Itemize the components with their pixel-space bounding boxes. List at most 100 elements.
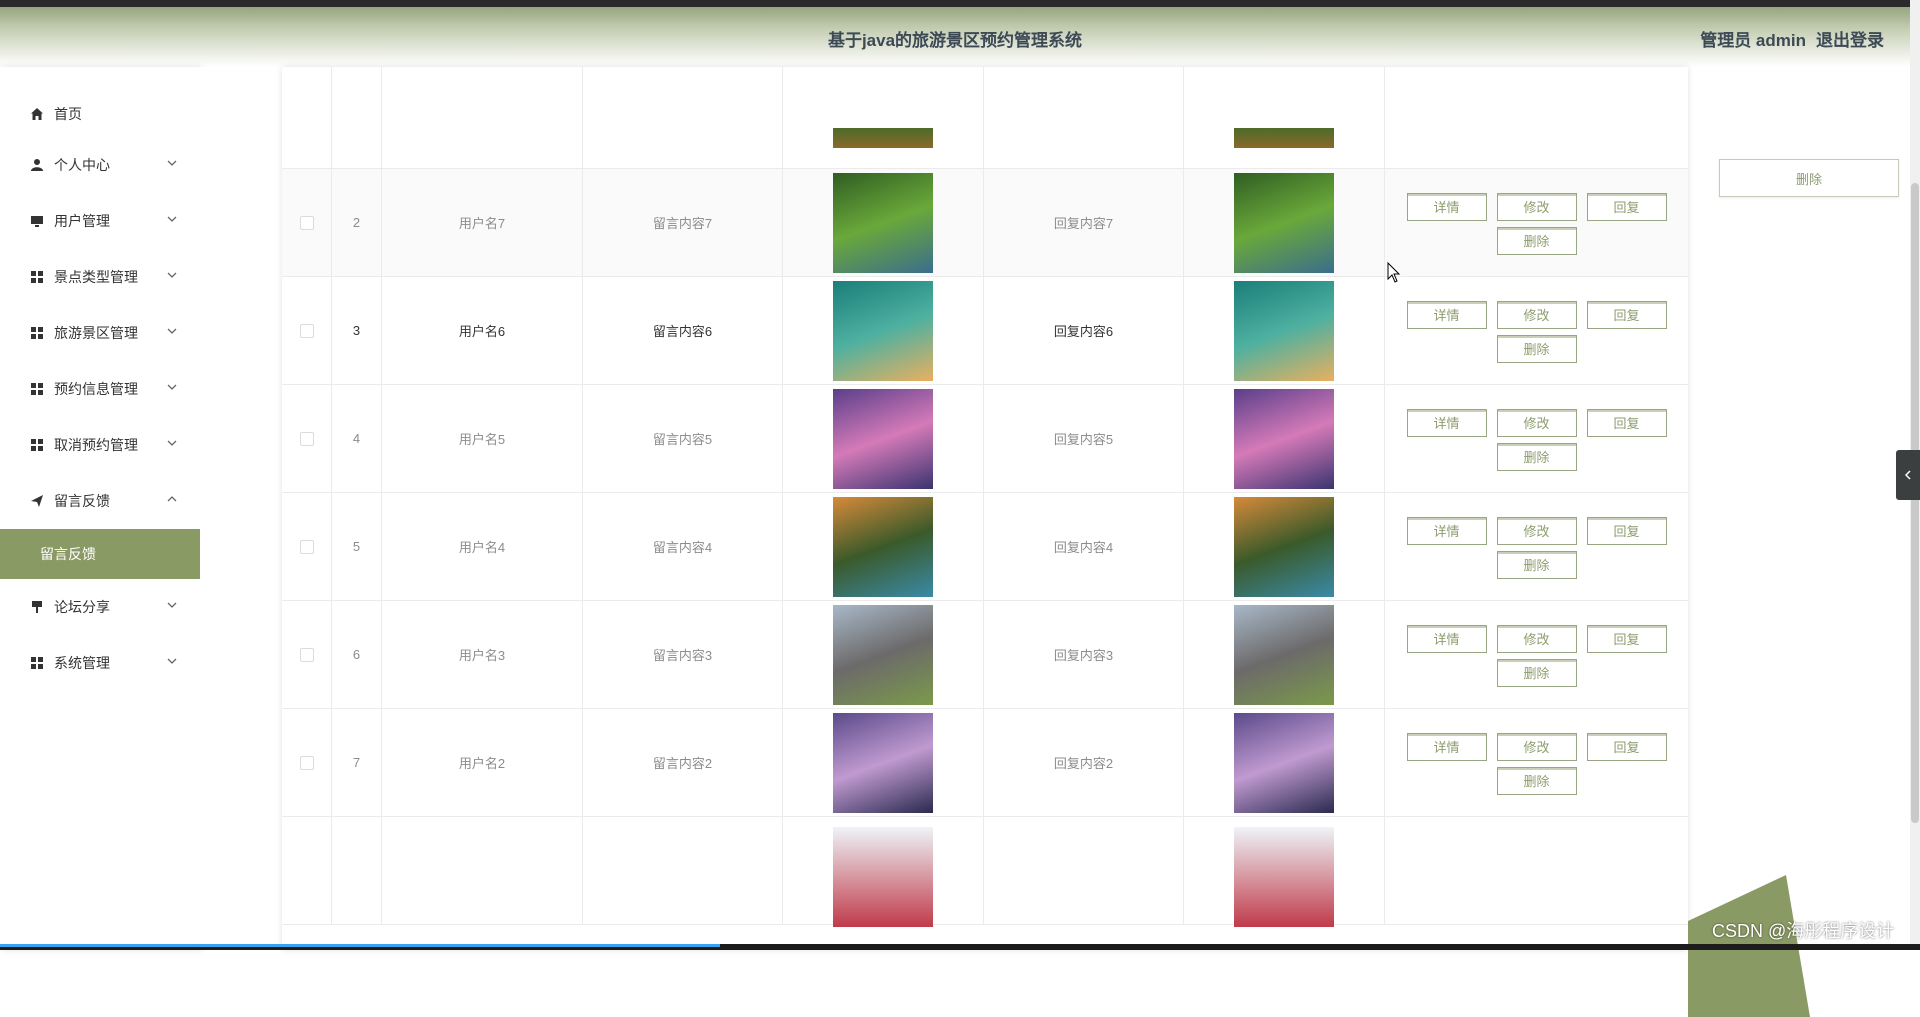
sidebar-item[interactable]: 旅游景区管理 xyxy=(0,305,200,361)
chevron-left-icon xyxy=(1904,470,1911,480)
detail-button[interactable]: 详情 xyxy=(1406,732,1487,761)
sidebar-item[interactable]: 景点类型管理 xyxy=(0,249,200,305)
row-index: 4 xyxy=(332,385,382,492)
row-checkbox[interactable] xyxy=(299,755,314,770)
row-actions: 详情 修改 回复 删除 xyxy=(1397,731,1677,795)
reply-button[interactable]: 回复 xyxy=(1586,732,1667,761)
message-image[interactable] xyxy=(833,388,933,489)
row-index: 5 xyxy=(332,493,382,600)
message-image xyxy=(833,827,933,927)
row-actions: 详情 修改 回复 删除 xyxy=(1397,515,1677,579)
reply-image[interactable] xyxy=(1234,496,1334,597)
edit-button[interactable]: 修改 xyxy=(1496,408,1577,437)
edit-button[interactable]: 修改 xyxy=(1496,732,1577,761)
sidebar-item-label: 景点类型管理 xyxy=(54,269,138,285)
row-checkbox[interactable] xyxy=(299,215,314,230)
edit-button[interactable]: 修改 xyxy=(1496,624,1577,653)
sidebar-item-label: 个人中心 xyxy=(54,157,110,173)
mouse-cursor-icon xyxy=(1387,262,1401,283)
message-cell: 留言内容2 xyxy=(583,709,783,816)
sidebar-item[interactable]: 取消预约管理 xyxy=(0,417,200,473)
message-image[interactable] xyxy=(833,496,933,597)
chevron-down-icon xyxy=(167,272,177,278)
message-image[interactable] xyxy=(833,604,933,705)
delete-button[interactable]: 删除 xyxy=(1496,442,1577,471)
message-image[interactable] xyxy=(833,172,933,273)
scrollbar-thumb[interactable] xyxy=(1911,183,1919,823)
message-image[interactable] xyxy=(833,280,933,381)
reply-button[interactable]: 回复 xyxy=(1586,192,1667,221)
row-checkbox[interactable] xyxy=(299,647,314,662)
chevron-down-icon xyxy=(167,440,177,446)
edit-button[interactable]: 修改 xyxy=(1496,300,1577,329)
edit-button[interactable]: 修改 xyxy=(1496,516,1577,545)
detail-button[interactable]: 详情 xyxy=(1406,408,1487,437)
sidebar: 首页 个人中心用户管理景点类型管理旅游景区管理 预约信息管理取消预约管理 留言反馈… xyxy=(0,67,200,950)
sidebar-item-label: 取消预约管理 xyxy=(54,437,138,453)
sidebar-item-label: 系统管理 xyxy=(54,655,110,671)
chevron-up-icon xyxy=(167,496,177,502)
detail-button[interactable]: 详情 xyxy=(1406,300,1487,329)
reply-image[interactable] xyxy=(1234,172,1334,273)
chevron-down-icon xyxy=(167,658,177,664)
reply-cell: 回复内容5 xyxy=(984,385,1184,492)
delete-button[interactable]: 删除 xyxy=(1496,334,1577,363)
chevron-down-icon xyxy=(167,384,177,390)
table-row-partial xyxy=(282,67,1688,169)
sidebar-subitem-feedback[interactable]: 留言反馈 xyxy=(0,529,200,579)
message-cell: 留言内容5 xyxy=(583,385,783,492)
row-checkbox[interactable] xyxy=(299,323,314,338)
detail-button[interactable]: 详情 xyxy=(1406,624,1487,653)
table-row: 2 用户名7 留言内容7 回复内容7 详情 修改 回复 删除 xyxy=(282,169,1688,277)
row-checkbox[interactable] xyxy=(299,539,314,554)
app-header: 基于java的旅游景区预约管理系统 管理员 admin 退出登录 xyxy=(0,7,1910,67)
delete-button[interactable]: 删除 xyxy=(1496,550,1577,579)
edit-button[interactable]: 修改 xyxy=(1496,192,1577,221)
reply-image[interactable] xyxy=(1234,604,1334,705)
sidebar-item-feedback[interactable]: 留言反馈 xyxy=(0,473,200,529)
logout-link[interactable]: 退出登录 xyxy=(1816,26,1884,51)
home-icon xyxy=(30,107,44,121)
reply-image[interactable] xyxy=(1234,388,1334,489)
reply-button[interactable]: 回复 xyxy=(1586,516,1667,545)
delete-button[interactable]: 删除 xyxy=(1496,226,1577,255)
reply-image xyxy=(1234,128,1334,148)
message-image[interactable] xyxy=(833,712,933,813)
sidebar-item[interactable]: 用户管理 xyxy=(0,193,200,249)
watermark-text: CSDN @海彤程序设计 xyxy=(1712,921,1895,941)
table-row-partial xyxy=(282,817,1688,927)
sidebar-item[interactable]: 预约信息管理 xyxy=(0,361,200,417)
detail-button[interactable]: 详情 xyxy=(1406,516,1487,545)
table-row: 6 用户名3 留言内容3 回复内容3 详情 修改 回复 删除 xyxy=(282,601,1688,709)
sidebar-item-home[interactable]: 首页 xyxy=(0,91,200,137)
username-cell: 用户名3 xyxy=(382,601,583,708)
delete-button[interactable]: 删除 xyxy=(1496,766,1577,795)
sidebar-item[interactable]: 系统管理 xyxy=(0,635,200,691)
video-progress-fill xyxy=(0,944,720,947)
sidebar-item[interactable]: 论坛分享 xyxy=(0,579,200,635)
collapse-panel-button[interactable] xyxy=(1896,450,1920,500)
row-index: 2 xyxy=(332,169,382,276)
grid-icon xyxy=(30,382,44,396)
table-row: 5 用户名4 留言内容4 回复内容4 详情 修改 回复 删除 xyxy=(282,493,1688,601)
sidebar-item-label: 论坛分享 xyxy=(54,599,110,615)
reply-image[interactable] xyxy=(1234,712,1334,813)
detail-button[interactable]: 详情 xyxy=(1406,192,1487,221)
username-cell: 用户名2 xyxy=(382,709,583,816)
reply-image xyxy=(1234,827,1334,927)
sidebar-subitem-label: 留言反馈 xyxy=(40,546,96,562)
message-image xyxy=(833,128,933,148)
row-actions: 详情 修改 回复 删除 xyxy=(1397,407,1677,471)
reply-cell: 回复内容4 xyxy=(984,493,1184,600)
reply-button[interactable]: 回复 xyxy=(1586,300,1667,329)
row-checkbox[interactable] xyxy=(299,431,314,446)
reply-button[interactable]: 回复 xyxy=(1586,408,1667,437)
reply-image[interactable] xyxy=(1234,280,1334,381)
sidebar-item[interactable]: 个人中心 xyxy=(0,137,200,193)
delete-button[interactable]: 删除 xyxy=(1496,658,1577,687)
reply-button[interactable]: 回复 xyxy=(1586,624,1667,653)
row-actions: 详情 修改 回复 删除 xyxy=(1397,191,1677,255)
message-cell: 留言内容7 xyxy=(583,169,783,276)
video-progress-bar[interactable] xyxy=(0,944,1920,950)
batch-delete-button[interactable]: 删除 xyxy=(1719,159,1899,197)
